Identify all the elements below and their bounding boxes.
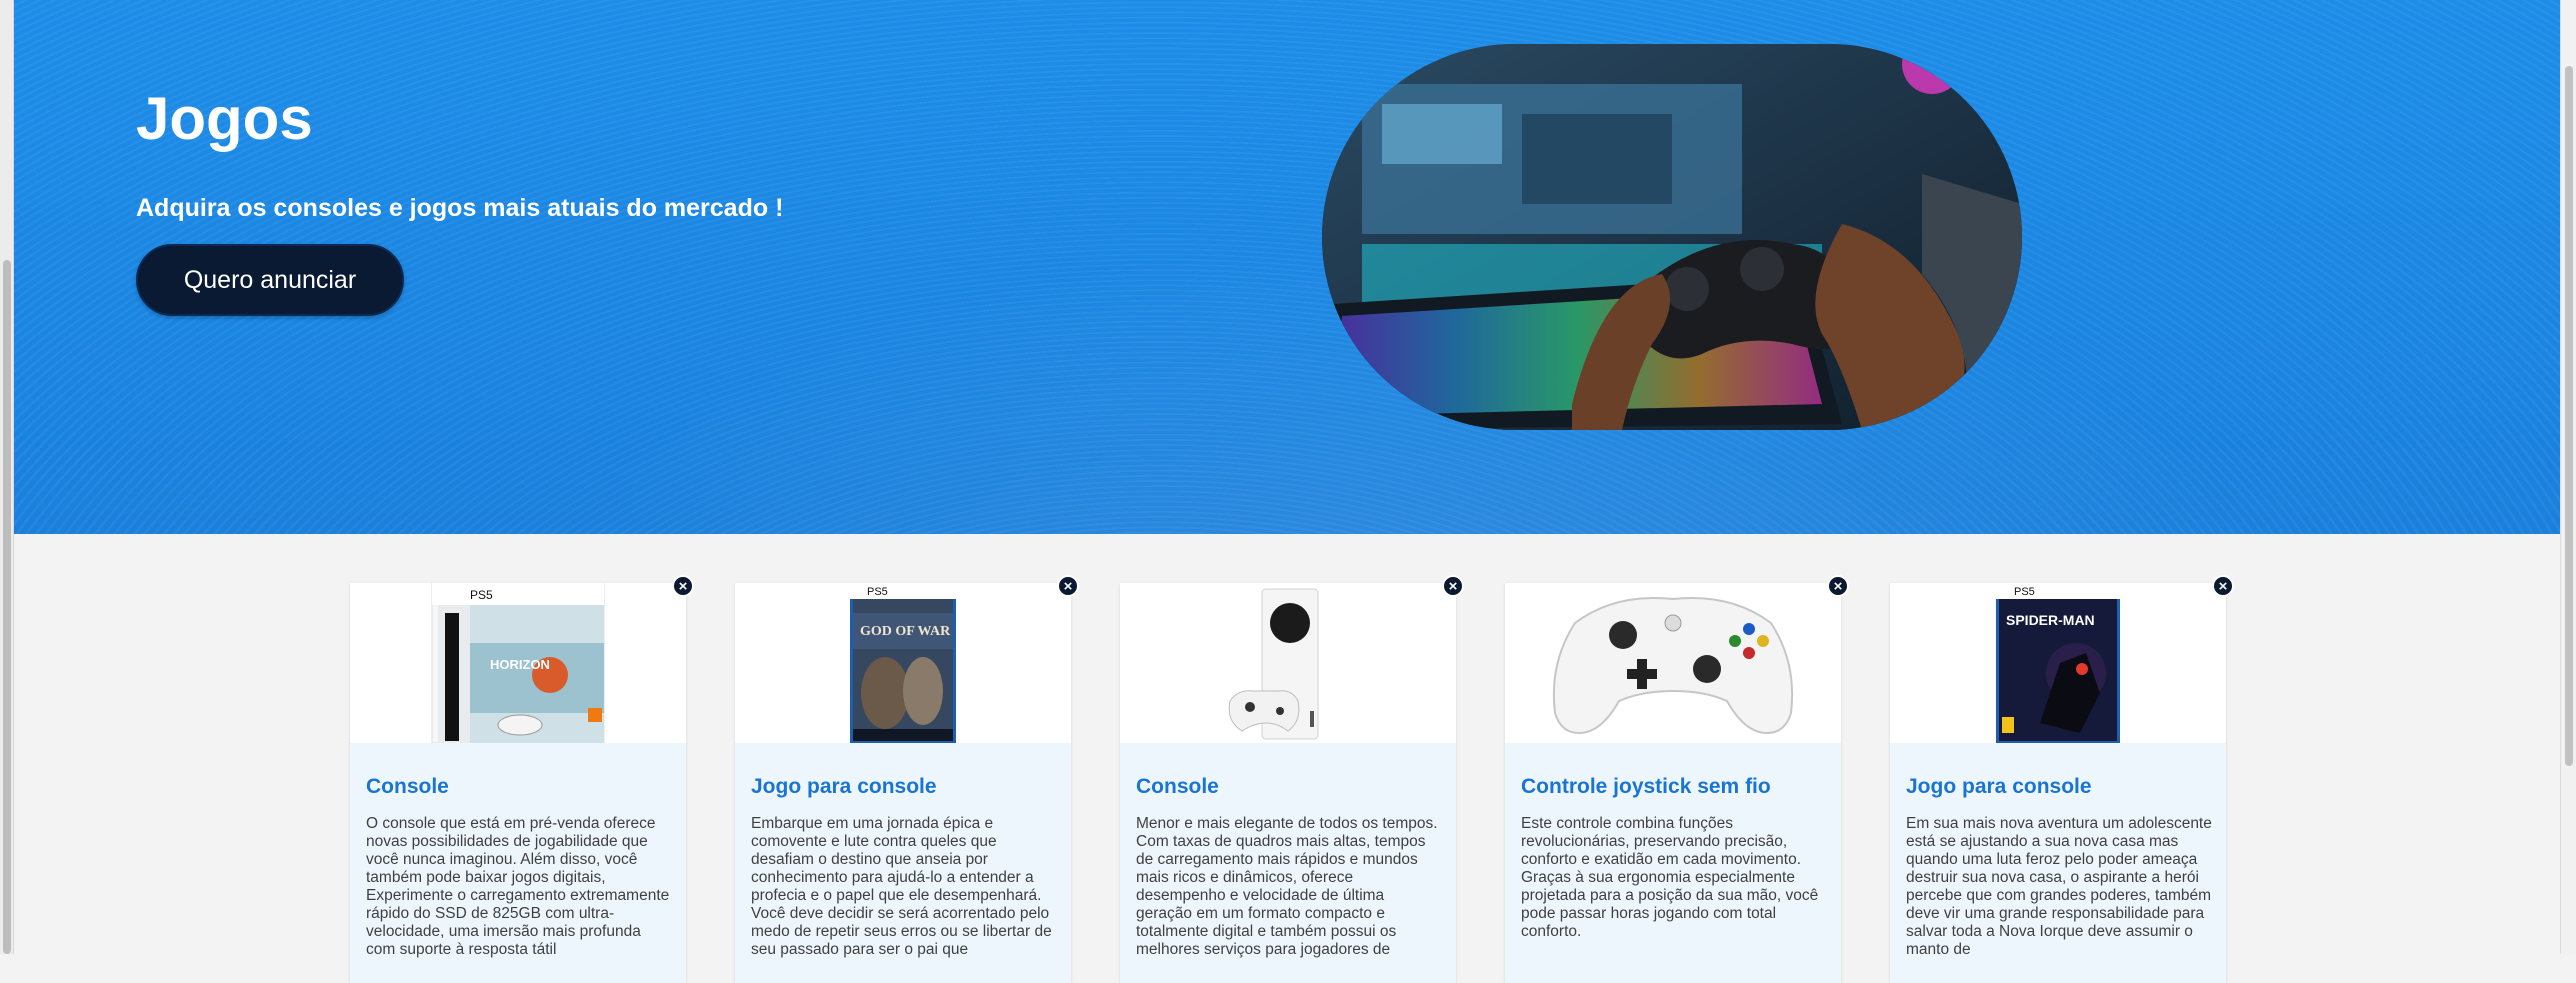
- product-card[interactable]: Controle joystick sem fio Este controle …: [1505, 583, 1841, 983]
- quero-anunciar-button[interactable]: Quero anunciar: [136, 244, 404, 316]
- close-card-icon[interactable]: ×: [672, 575, 694, 597]
- svg-text:PS5: PS5: [867, 586, 888, 598]
- scrollbar-thumb[interactable]: [2565, 66, 2573, 766]
- product-card[interactable]: Console Menor e mais elegante de todos o…: [1120, 583, 1456, 983]
- card-description: Embarque em uma jornada épica e comovent…: [751, 815, 1052, 958]
- product-card[interactable]: PS5 SPIDER-MAN Jogo para console Em sua …: [1890, 583, 2226, 983]
- god-of-war-ragnarok-image: PS5 GOD OF WAR: [735, 583, 1071, 743]
- card-description: O console que está em pré-venda oferece …: [366, 815, 670, 958]
- card-title: Console: [1136, 775, 1219, 798]
- close-card-icon[interactable]: ×: [1057, 575, 1079, 597]
- vertical-scrollbar[interactable]: [2560, 0, 2576, 954]
- left-scroll-thumb[interactable]: [3, 260, 11, 954]
- close-card-icon[interactable]: ×: [2212, 575, 2234, 597]
- card-title: Jogo para console: [751, 775, 937, 798]
- page-title: Jogos: [136, 85, 313, 152]
- svg-text:GOD OF WAR: GOD OF WAR: [860, 624, 951, 639]
- product-card[interactable]: PS5 HORIZON Console O console que está e…: [350, 583, 686, 983]
- hero-subtitle: Adquira os consoles e jogos mais atuais …: [136, 194, 784, 222]
- product-card[interactable]: PS5 GOD OF WAR Jogo para console Embarqu…: [735, 583, 1071, 983]
- hero-gamer-image: [1322, 44, 2022, 430]
- xbox-controller-image: [1505, 583, 1841, 743]
- card-description: Em sua mais nova aventura um adolescente…: [1906, 815, 2212, 958]
- svg-text:PS5: PS5: [2014, 586, 2035, 598]
- card-title: Jogo para console: [1906, 775, 2092, 798]
- card-description: Menor e mais elegante de todos os tempos…: [1136, 815, 1438, 958]
- page: Jogos Adquira os consoles e jogos mais a…: [14, 0, 2560, 983]
- left-scroll-strip: [0, 0, 14, 954]
- xbox-series-s-image: [1120, 583, 1456, 743]
- svg-text:PS5: PS5: [470, 588, 493, 602]
- close-card-icon[interactable]: ×: [1442, 575, 1464, 597]
- hero-banner: Jogos Adquira os consoles e jogos mais a…: [14, 0, 2560, 534]
- spider-man-miles-morales-image: PS5 SPIDER-MAN: [1890, 583, 2226, 743]
- card-title: Controle joystick sem fio: [1521, 775, 1771, 798]
- card-title: Console: [366, 775, 449, 798]
- svg-text:HORIZON: HORIZON: [490, 657, 550, 672]
- svg-text:SPIDER-MAN: SPIDER-MAN: [2006, 612, 2095, 628]
- close-card-icon[interactable]: ×: [1827, 575, 1849, 597]
- ps5-horizon-bundle-image: PS5 HORIZON: [350, 583, 686, 743]
- card-description: Este controle combina funções revolucion…: [1521, 815, 1819, 940]
